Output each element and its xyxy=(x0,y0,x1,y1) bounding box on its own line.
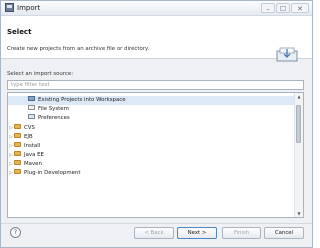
back-button[interactable]: < Back xyxy=(134,227,174,239)
scrollbar-thumb[interactable] xyxy=(296,105,301,143)
window-title: Import xyxy=(17,4,41,12)
import-wizard-icon xyxy=(276,47,298,62)
maximize-button[interactable]: ☐ xyxy=(276,3,290,13)
tree-item-ejb[interactable]: ▷ EJB xyxy=(8,133,33,142)
tree-item-cvs[interactable]: ▷ CVS xyxy=(8,124,35,133)
import-dialog: Import – ☐ ✕ Select Create new projects … xyxy=(0,0,313,248)
title-bar: Import – ☐ ✕ xyxy=(1,1,312,16)
footer-divider xyxy=(1,223,312,224)
file-icon xyxy=(28,105,35,110)
tree-item-java-ee[interactable]: ▷ Java EE xyxy=(8,151,44,160)
help-button[interactable]: ? xyxy=(10,227,21,238)
folder-icon xyxy=(14,151,21,156)
project-icon xyxy=(28,96,35,101)
finish-button[interactable]: Finish xyxy=(222,227,261,239)
tree-item-plugin-development[interactable]: ▷ Plug-in Development xyxy=(8,169,80,178)
next-button[interactable]: Next > xyxy=(177,227,217,239)
folder-icon xyxy=(14,169,21,174)
filter-input[interactable] xyxy=(7,80,304,90)
minimize-button[interactable]: – xyxy=(261,3,275,13)
folder-icon xyxy=(14,160,21,165)
folder-icon xyxy=(14,133,21,138)
cancel-button[interactable]: Cancel xyxy=(264,227,304,239)
scroll-up-arrow-icon[interactable]: ▲ xyxy=(295,93,303,100)
scroll-down-arrow-icon[interactable]: ▼ xyxy=(295,210,303,217)
page-title: Select xyxy=(7,28,32,36)
tree-item-install[interactable]: ▷ Install xyxy=(8,142,40,151)
page-description: Create new projects from an archive file… xyxy=(7,46,150,52)
eclipse-app-icon xyxy=(5,3,14,12)
tree-item-preferences[interactable]: Preferences xyxy=(8,114,70,123)
preferences-icon xyxy=(28,114,35,119)
close-button[interactable]: ✕ xyxy=(291,3,309,13)
folder-icon xyxy=(14,142,21,147)
import-source-tree[interactable]: Existing Projects into Workspace File Sy… xyxy=(7,92,304,218)
tree-item-existing-projects[interactable]: Existing Projects into Workspace xyxy=(8,96,295,105)
import-source-label: Select an import source: xyxy=(7,71,74,77)
wizard-header: Select Create new projects from an archi… xyxy=(1,16,312,62)
tree-item-maven[interactable]: ▷ Maven xyxy=(8,160,42,169)
tree-item-file-system[interactable]: File System xyxy=(8,105,69,114)
folder-icon xyxy=(14,124,21,129)
vertical-scrollbar[interactable]: ▲ ▼ xyxy=(294,93,303,217)
